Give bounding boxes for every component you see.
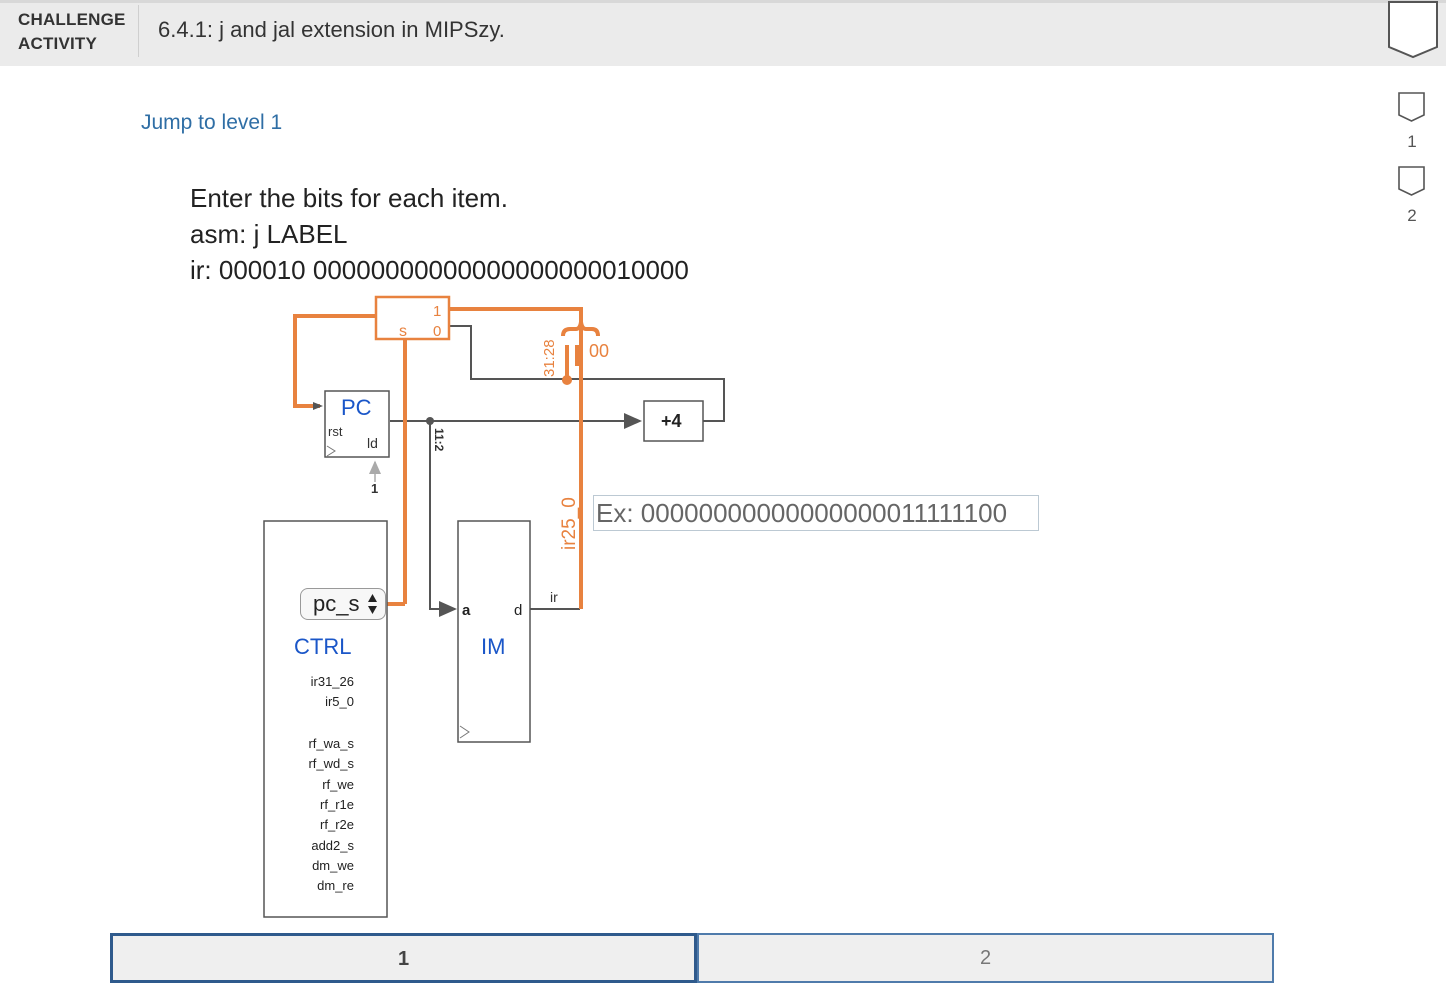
wire-junction-pc <box>426 417 434 425</box>
ld-value-label: 1 <box>371 481 378 496</box>
ctrl-input-label: ir5_0 <box>325 694 354 709</box>
ctrl-label: CTRL <box>294 634 351 659</box>
ctrl-output-label: rf_r2e <box>320 817 354 832</box>
instruction-memory <box>457 520 531 743</box>
pc-s-selected-value: pc_s <box>313 591 360 616</box>
mux-in0-label: 0 <box>433 323 441 340</box>
mux-s-label: s <box>399 323 407 340</box>
pc-input-arrow-icon <box>313 402 323 410</box>
bits-31-28-label: 31:28 <box>541 339 558 377</box>
level-1-button[interactable]: 1 <box>110 933 697 983</box>
ctrl-output-label: rf_r1e <box>320 797 354 812</box>
level-selector: 1 2 <box>110 933 1274 983</box>
pc-s-select[interactable]: pc_s <box>300 588 386 620</box>
wire-junction-orange <box>562 375 572 385</box>
ctrl-output-label: rf_wd_s <box>308 756 354 771</box>
ctrl-output-label: dm_we <box>312 858 354 873</box>
ir25-0-label: ir25_0 <box>559 497 580 550</box>
select-arrows-icon <box>368 594 377 614</box>
ctrl-output-label: dm_re <box>317 878 354 893</box>
im-label: IM <box>481 634 505 659</box>
ctrl-output-label: add2_s <box>311 838 354 853</box>
jump-target-bits-input[interactable] <box>593 495 1039 531</box>
ctrl-input-label: ir31_26 <box>311 674 354 689</box>
level-2-button[interactable]: 2 <box>697 933 1274 983</box>
plus4-label: +4 <box>661 411 682 431</box>
im-d-label: d <box>514 602 522 619</box>
pc-label: PC <box>341 395 372 420</box>
zeros-label: 00 <box>589 341 609 361</box>
bits-11-2-label: 11:2 <box>432 428 446 452</box>
ctrl-output-label: rf_we <box>322 777 354 792</box>
im-a-label: a <box>462 602 471 619</box>
mux-in1-label: 1 <box>433 303 441 320</box>
ir-output-label: ir <box>550 589 558 605</box>
pc-rst-label: rst <box>328 424 343 439</box>
pc-ld-label: ld <box>367 435 378 451</box>
ctrl-output-label: rf_wa_s <box>308 736 354 751</box>
